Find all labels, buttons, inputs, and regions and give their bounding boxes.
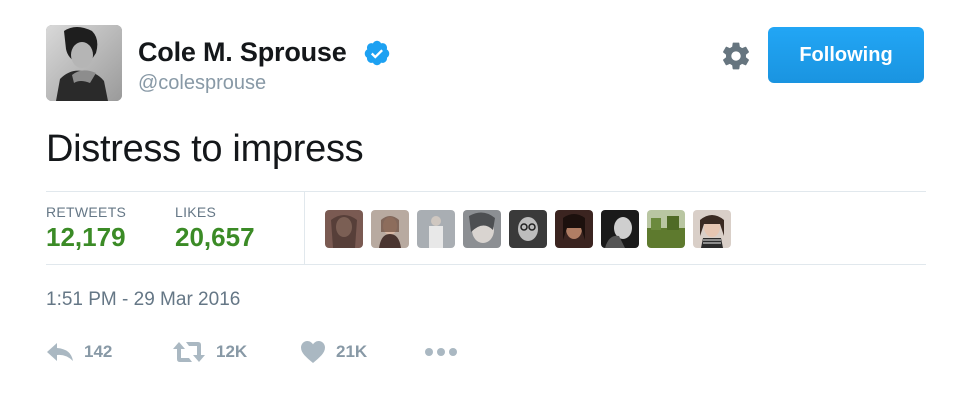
like-button[interactable]: 21K	[300, 337, 367, 367]
liker-avatar[interactable]	[463, 210, 501, 248]
tweet-timestamp[interactable]: 1:51 PM - 29 Mar 2016	[46, 289, 240, 311]
like-count: 21K	[336, 342, 368, 361]
more-dots-icon	[424, 347, 458, 357]
liker-avatar[interactable]	[555, 210, 593, 248]
more-actions-button[interactable]	[424, 337, 458, 367]
following-button[interactable]: Following	[768, 27, 924, 83]
avatar-image	[46, 25, 122, 101]
liker-avatar[interactable]	[371, 210, 409, 248]
stats-divider-bottom	[46, 264, 926, 265]
liker-avatar[interactable]	[693, 210, 731, 248]
display-name[interactable]: Cole M. Sprouse	[138, 37, 347, 68]
likers-avatars	[325, 210, 731, 248]
reply-count: 142	[84, 342, 113, 361]
liker-avatar[interactable]	[325, 210, 363, 248]
stats-divider-top	[46, 191, 926, 192]
reply-button[interactable]: 142	[46, 337, 112, 367]
gear-icon[interactable]	[720, 40, 752, 72]
retweet-icon	[172, 340, 206, 364]
stats-vertical-divider	[304, 192, 305, 264]
likes-label: LIKES	[175, 204, 217, 220]
liker-avatar[interactable]	[509, 210, 547, 248]
likes-value: 20,657	[175, 222, 255, 252]
tweet-text: Distress to impress	[46, 128, 364, 170]
retweet-button[interactable]: 12K	[172, 337, 247, 367]
retweet-count: 12K	[216, 342, 248, 361]
retweets-label: RETWEETS	[46, 204, 127, 220]
liker-avatar[interactable]	[647, 210, 685, 248]
liker-avatar[interactable]	[601, 210, 639, 248]
user-handle[interactable]: @colesprouse	[138, 72, 266, 95]
retweets-value: 12,179	[46, 222, 126, 252]
likes-stat[interactable]: LIKES 20,657	[175, 204, 255, 253]
avatar[interactable]	[46, 25, 122, 101]
heart-icon	[300, 340, 326, 364]
tweet-card: Cole M. Sprouse @colesprouse Following D…	[0, 0, 980, 405]
reply-icon	[46, 341, 74, 363]
liker-avatar[interactable]	[417, 210, 455, 248]
retweets-stat[interactable]: RETWEETS 12,179	[46, 204, 126, 253]
verified-badge-icon	[364, 40, 390, 66]
